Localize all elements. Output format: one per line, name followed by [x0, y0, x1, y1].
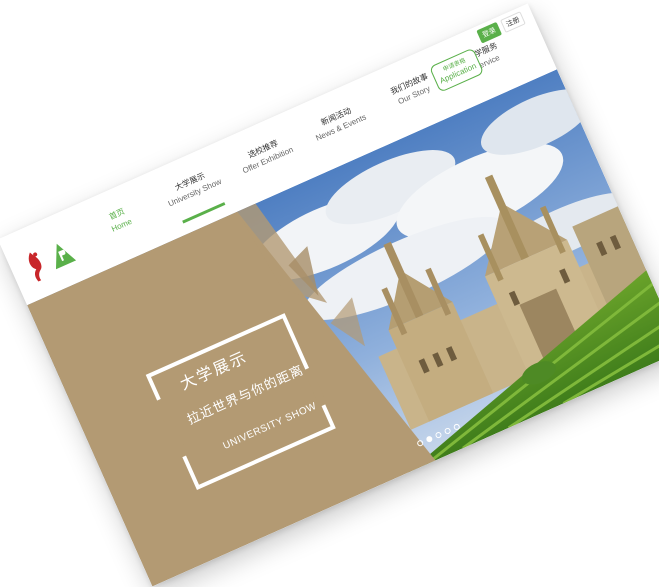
nav-item-news-events[interactable]: 新闻活动 News & Events — [304, 95, 372, 145]
site-logo[interactable] — [19, 226, 94, 289]
nav-item-offer-exhibition[interactable]: 选校推荐 Offer Exhibition — [231, 128, 299, 178]
application-button[interactable]: 申请表格 Application — [428, 47, 485, 93]
logo-triangle-icon — [55, 243, 77, 270]
register-button[interactable]: 注册 — [500, 11, 526, 33]
nav-item-home[interactable]: 首页 Home — [85, 193, 153, 243]
nav-item-university-show[interactable]: 大学展示 University Show — [158, 160, 226, 210]
page-viewport: 首页 Home 大学展示 University Show 选校推荐 Offer … — [0, 3, 659, 587]
